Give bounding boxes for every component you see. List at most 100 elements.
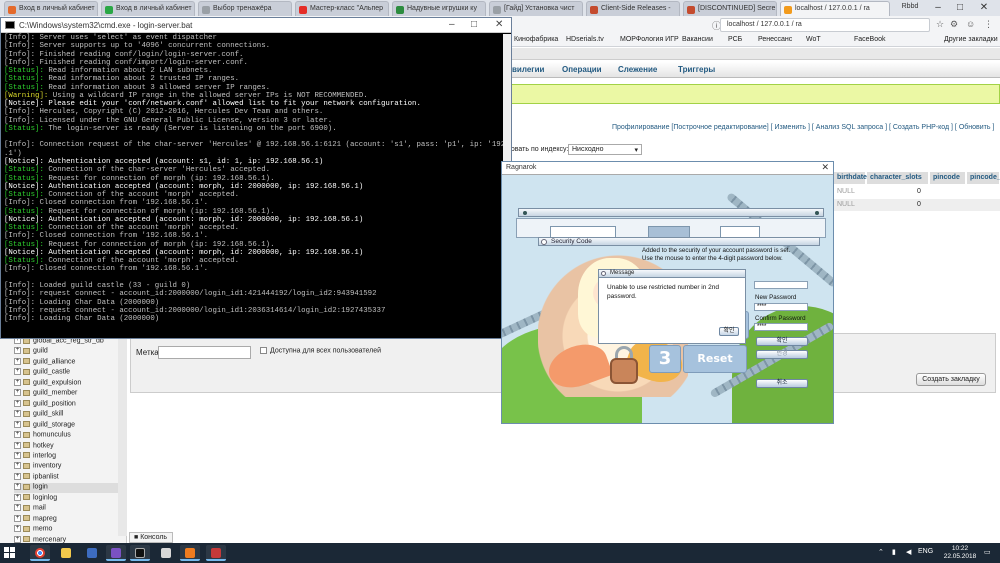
browser-tab[interactable]: [DISCONTINUED] Secre: [683, 1, 777, 16]
extension-icon[interactable]: ⚙: [950, 19, 958, 30]
tab-privileges[interactable]: вилегии: [512, 65, 544, 74]
expand-icon[interactable]: +: [14, 514, 21, 522]
close-icon[interactable]: ✕: [976, 2, 992, 13]
tree-item[interactable]: + login: [14, 483, 118, 494]
taskbar-app[interactable]: [82, 545, 102, 561]
tree-scrollbar[interactable]: [118, 336, 127, 536]
cancel-button[interactable]: 취소: [756, 379, 808, 388]
profile-icon[interactable]: ☺: [966, 19, 975, 29]
tree-item[interactable]: + guild_member: [14, 389, 118, 399]
tree-item[interactable]: + interlog: [14, 451, 118, 462]
tree-item[interactable]: + guild_expulsion: [14, 378, 118, 389]
bookmark-item[interactable]: Вакансии: [682, 36, 713, 43]
close-icon[interactable]: ✕: [495, 19, 503, 30]
close-icon[interactable]: ✕: [821, 162, 829, 173]
browser-tab[interactable]: Client-Side Releases -: [586, 1, 680, 16]
tree-item[interactable]: + memo: [14, 525, 118, 535]
keypad-reset-button[interactable]: Reset: [683, 345, 747, 373]
browser-tab[interactable]: Выбор тренажёра: [198, 1, 292, 16]
taskbar-cmd[interactable]: [130, 545, 150, 561]
taskbar-xampp[interactable]: [180, 545, 200, 561]
expand-icon[interactable]: +: [14, 357, 21, 365]
profile-label[interactable]: Rbbd: [900, 3, 920, 10]
message-ok-button[interactable]: 확인: [719, 327, 739, 336]
column-pincode-change[interactable]: pincode_: [967, 172, 1000, 184]
taskbar-visual-studio[interactable]: [106, 545, 126, 561]
tree-item[interactable]: + mapreg: [14, 514, 118, 525]
expand-icon[interactable]: +: [14, 368, 21, 376]
expand-icon[interactable]: +: [14, 431, 21, 439]
expand-icon[interactable]: +: [14, 441, 21, 449]
expand-icon[interactable]: +: [14, 410, 21, 418]
tree-item[interactable]: + guild_alliance: [14, 357, 118, 368]
top-field[interactable]: [754, 281, 808, 289]
ragnarok-window[interactable]: Ragnarok ✕ Security Code Added to the se…: [501, 161, 834, 424]
expand-icon[interactable]: +: [14, 525, 21, 533]
taskbar-clock[interactable]: 10:22 22.05.2018: [942, 545, 978, 561]
bookmark-item[interactable]: FaceBook: [854, 36, 886, 43]
tab-operations[interactable]: Операции: [562, 65, 602, 74]
tree-item[interactable]: + ipbanlist: [14, 472, 118, 483]
maximize-icon[interactable]: □: [952, 2, 968, 13]
tab-tracking[interactable]: Слежение: [618, 65, 657, 74]
tree-item[interactable]: + guild_storage: [14, 420, 118, 431]
tree-item[interactable]: + guild_position: [14, 399, 118, 410]
taskbar-explorer[interactable]: [56, 545, 76, 561]
expand-icon[interactable]: +: [14, 504, 21, 512]
tree-item[interactable]: + guild_castle: [14, 368, 118, 378]
language-indicator[interactable]: ENG: [918, 548, 933, 555]
cmd-window[interactable]: C:\Windows\system32\cmd.exe - login-serv…: [0, 17, 512, 339]
tree-item[interactable]: + mail: [14, 504, 118, 514]
new-password-field[interactable]: ****: [754, 303, 808, 311]
network-icon[interactable]: ▮: [892, 548, 896, 556]
maximize-icon[interactable]: □: [471, 19, 477, 30]
expand-icon[interactable]: +: [14, 462, 21, 470]
taskbar-ragnarok[interactable]: [206, 545, 226, 561]
expand-icon[interactable]: +: [14, 493, 21, 501]
notification-icon[interactable]: ▭: [984, 548, 991, 556]
ragnarok-titlebar[interactable]: Ragnarok ✕: [502, 162, 833, 175]
bookmark-item[interactable]: HDserials.tv: [566, 36, 604, 43]
tray-arrow-icon[interactable]: ⌃: [878, 548, 884, 556]
minimize-icon[interactable]: –: [930, 2, 946, 13]
expand-icon[interactable]: +: [14, 389, 21, 397]
tree-item[interactable]: + inventory: [14, 462, 118, 472]
tree-item[interactable]: + loginlog: [14, 493, 118, 504]
browser-tab[interactable]: Надувные игрушки ку: [392, 1, 486, 16]
expand-icon[interactable]: +: [14, 535, 21, 543]
tab-triggers[interactable]: Триггеры: [678, 65, 715, 74]
bookmark-item[interactable]: РСБ: [728, 36, 742, 43]
confirm-button[interactable]: 확인: [756, 337, 808, 346]
star-icon[interactable]: ☆: [936, 19, 944, 30]
tree-item[interactable]: + guild_skill: [14, 410, 118, 420]
metka-input[interactable]: [158, 346, 251, 359]
console-tab[interactable]: ■ Консоль: [129, 532, 173, 543]
share-checkbox[interactable]: Доступна для всех пользователей: [260, 347, 381, 354]
cmd-titlebar[interactable]: C:\Windows\system32\cmd.exe - login-serv…: [1, 18, 511, 33]
browser-tab[interactable]: localhost / 127.0.0.1 / ra: [780, 1, 890, 16]
bookmark-item[interactable]: WoT: [806, 36, 821, 43]
browser-tab[interactable]: Вход в личный кабинет: [4, 1, 98, 16]
column-birthdate[interactable]: birthdate: [834, 172, 867, 184]
tree-item[interactable]: + hotkey: [14, 441, 118, 452]
tree-item[interactable]: + guild: [14, 347, 118, 357]
taskbar-app[interactable]: [156, 545, 176, 561]
browser-tab[interactable]: Вход в личный кабинет: [101, 1, 195, 16]
browser-tab[interactable]: [Гайд] Установка чист: [489, 1, 583, 16]
column-pincode[interactable]: pincode: [930, 172, 966, 184]
expand-icon[interactable]: +: [14, 451, 21, 459]
tree-item[interactable]: + mercenary: [14, 535, 118, 543]
volume-icon[interactable]: ◀: [906, 548, 911, 556]
tree-item[interactable]: + homunculus: [14, 431, 118, 441]
create-bookmark-button[interactable]: Создать закладку: [916, 373, 986, 386]
minimize-icon[interactable]: –: [449, 19, 455, 30]
expand-icon[interactable]: +: [14, 347, 21, 355]
pma-query-links[interactable]: Профилирование [Построчное редактировани…: [612, 124, 994, 131]
keypad-key-3[interactable]: 3: [649, 345, 681, 373]
column-character-slots[interactable]: character_slots: [867, 172, 929, 184]
confirm-password-field[interactable]: ****: [754, 323, 808, 331]
bookmark-item[interactable]: Кинофабрика: [514, 36, 558, 43]
menu-icon[interactable]: ⋮: [984, 19, 993, 30]
expand-icon[interactable]: +: [14, 378, 21, 386]
checkbox-icon[interactable]: [260, 347, 267, 354]
